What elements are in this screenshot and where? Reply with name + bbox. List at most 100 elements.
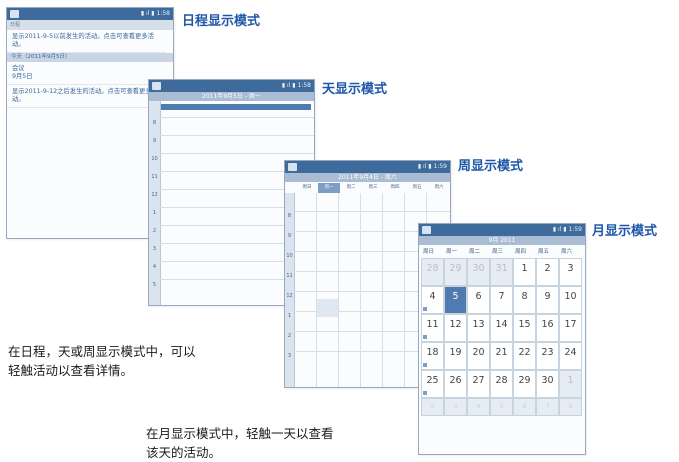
weekday-header: 周二 [469, 249, 481, 255]
month-day-cell[interactable]: 6 [467, 286, 490, 314]
month-day-cell[interactable]: 17 [559, 314, 582, 342]
day-number: 7 [498, 291, 505, 302]
weekday-header: 周一 [446, 249, 458, 255]
month-day-cell[interactable]: 18 [421, 342, 444, 370]
day-number: 21 [495, 347, 508, 358]
month-day-cell[interactable]: 8 [559, 398, 582, 416]
month-caption: 在月显示模式中，轻触一天以查看 该天的活动。 [146, 426, 334, 460]
event-title: 会议 [12, 65, 25, 72]
weekday-header-selected[interactable]: 周一 [318, 183, 340, 193]
all-day-event-bar[interactable] [161, 104, 311, 110]
month-day-cell[interactable]: 13 [467, 314, 490, 342]
month-day-cell[interactable]: 11 [421, 314, 444, 342]
day-number: 24 [564, 347, 577, 358]
month-day-cell[interactable]: 7 [490, 286, 513, 314]
status-bar: ▮ ıl ▮ 1:59 [419, 224, 585, 236]
later-events-link[interactable]: 显示2011-9-12之后发生的活动。点击可查看更多活动。 [7, 85, 166, 108]
week-event-block[interactable] [317, 299, 338, 317]
day-number: 9 [544, 291, 551, 302]
day-number: 12 [449, 319, 462, 330]
month-day-cell[interactable]: 30 [467, 258, 490, 286]
month-day-cell[interactable]: 25 [421, 370, 444, 398]
month-day-cell[interactable]: 28 [490, 370, 513, 398]
month-day-cell[interactable]: 7 [536, 398, 559, 416]
month-day-cell[interactable]: 14 [490, 314, 513, 342]
day-number: 27 [472, 375, 485, 386]
month-day-cell[interactable]: 2 [421, 398, 444, 416]
signal-icon: ▮ ıl ▮ [140, 10, 157, 17]
month-day-cell[interactable]: 26 [444, 370, 467, 398]
month-day-cell[interactable]: 3 [444, 398, 467, 416]
month-day-cell[interactable]: 10 [559, 286, 582, 314]
day-number: 6 [522, 403, 527, 410]
day-number: 14 [495, 319, 508, 330]
hour-label: 1 [287, 313, 292, 319]
event-date: 9月5日 [12, 73, 33, 80]
month-day-cell[interactable]: 29 [444, 258, 467, 286]
month-day-cell[interactable]: 19 [444, 342, 467, 370]
day-number: 29 [518, 375, 531, 386]
status-time: 1:59 [568, 226, 582, 233]
status-time: 1:58 [156, 10, 170, 17]
month-day-cell[interactable]: 16 [536, 314, 559, 342]
month-day-cell[interactable]: 5 [490, 398, 513, 416]
weekday-header: 周六 [434, 185, 444, 190]
day-mode-title: 天显示模式 [322, 82, 388, 97]
month-day-cell[interactable]: 1 [559, 370, 582, 398]
calendar-app-icon [288, 163, 297, 171]
month-day-cell[interactable]: 21 [490, 342, 513, 370]
month-day-cell[interactable]: 22 [513, 342, 536, 370]
month-day-cell[interactable]: 4 [421, 286, 444, 314]
month-day-cell[interactable]: 23 [536, 342, 559, 370]
month-day-cell[interactable]: 28 [421, 258, 444, 286]
month-day-cell[interactable]: 27 [467, 370, 490, 398]
event-indicator [423, 363, 427, 367]
calendar-app-icon [152, 82, 161, 90]
month-day-cell[interactable]: 12 [444, 314, 467, 342]
hour-label: 8 [152, 120, 157, 126]
day-number: 4 [476, 403, 481, 410]
month-day-cell[interactable]: 4 [467, 398, 490, 416]
month-day-cell-today[interactable]: 5 [444, 286, 467, 314]
month-day-cell[interactable]: 24 [559, 342, 582, 370]
month-day-cell[interactable]: 2 [536, 258, 559, 286]
month-day-cell[interactable]: 9 [536, 286, 559, 314]
day-number: 10 [564, 291, 577, 302]
today-section-header: 今天（2011年9月5日） [7, 53, 173, 62]
month-day-cell[interactable]: 31 [490, 258, 513, 286]
month-day-cell[interactable]: 20 [467, 342, 490, 370]
day-number: 1 [567, 375, 574, 386]
weekday-header: 周三 [368, 185, 378, 190]
month-view-screen: ▮ ıl ▮ 1:59 9月 2011 周日 周一 周二 周三 周四 周五 周六… [418, 223, 586, 455]
month-day-cell[interactable]: 29 [513, 370, 536, 398]
hour-label: 5 [152, 282, 157, 288]
month-day-cell[interactable]: 6 [513, 398, 536, 416]
earlier-events-link[interactable]: 显示2011-9-5以前发生的活动。点击可查看更多活动。 [7, 30, 166, 53]
day-number: 20 [472, 347, 485, 358]
weekday-header: 周二 [346, 185, 356, 190]
hour-label: 9 [287, 233, 292, 239]
hour-label: 10 [151, 156, 158, 162]
hour-label: 3 [152, 246, 157, 252]
month-day-cell[interactable]: 3 [559, 258, 582, 286]
month-day-cell[interactable]: 30 [536, 370, 559, 398]
day-number: 2 [544, 263, 551, 274]
event-indicator [423, 335, 427, 339]
day-number: 4 [429, 291, 436, 302]
month-day-cell[interactable]: 15 [513, 314, 536, 342]
month-day-cell[interactable]: 1 [513, 258, 536, 286]
calendar-app-icon [422, 226, 431, 234]
day-number: 1 [521, 263, 528, 274]
day-number: 7 [545, 403, 550, 410]
weekday-header: 周四 [515, 249, 527, 255]
hour-gutter [149, 101, 161, 305]
hour-label: 12 [151, 192, 158, 198]
weekday-header: 周日 [423, 249, 435, 255]
signal-icon: ▮ ıl ▮ [552, 226, 569, 233]
day-number: 17 [564, 319, 577, 330]
month-day-cell[interactable]: 8 [513, 286, 536, 314]
day-number: 22 [518, 347, 531, 358]
status-bar: ▮ ıl ▮ 1:58 [7, 8, 173, 20]
weekday-header: 周三 [492, 249, 504, 255]
day-number: 3 [567, 263, 574, 274]
